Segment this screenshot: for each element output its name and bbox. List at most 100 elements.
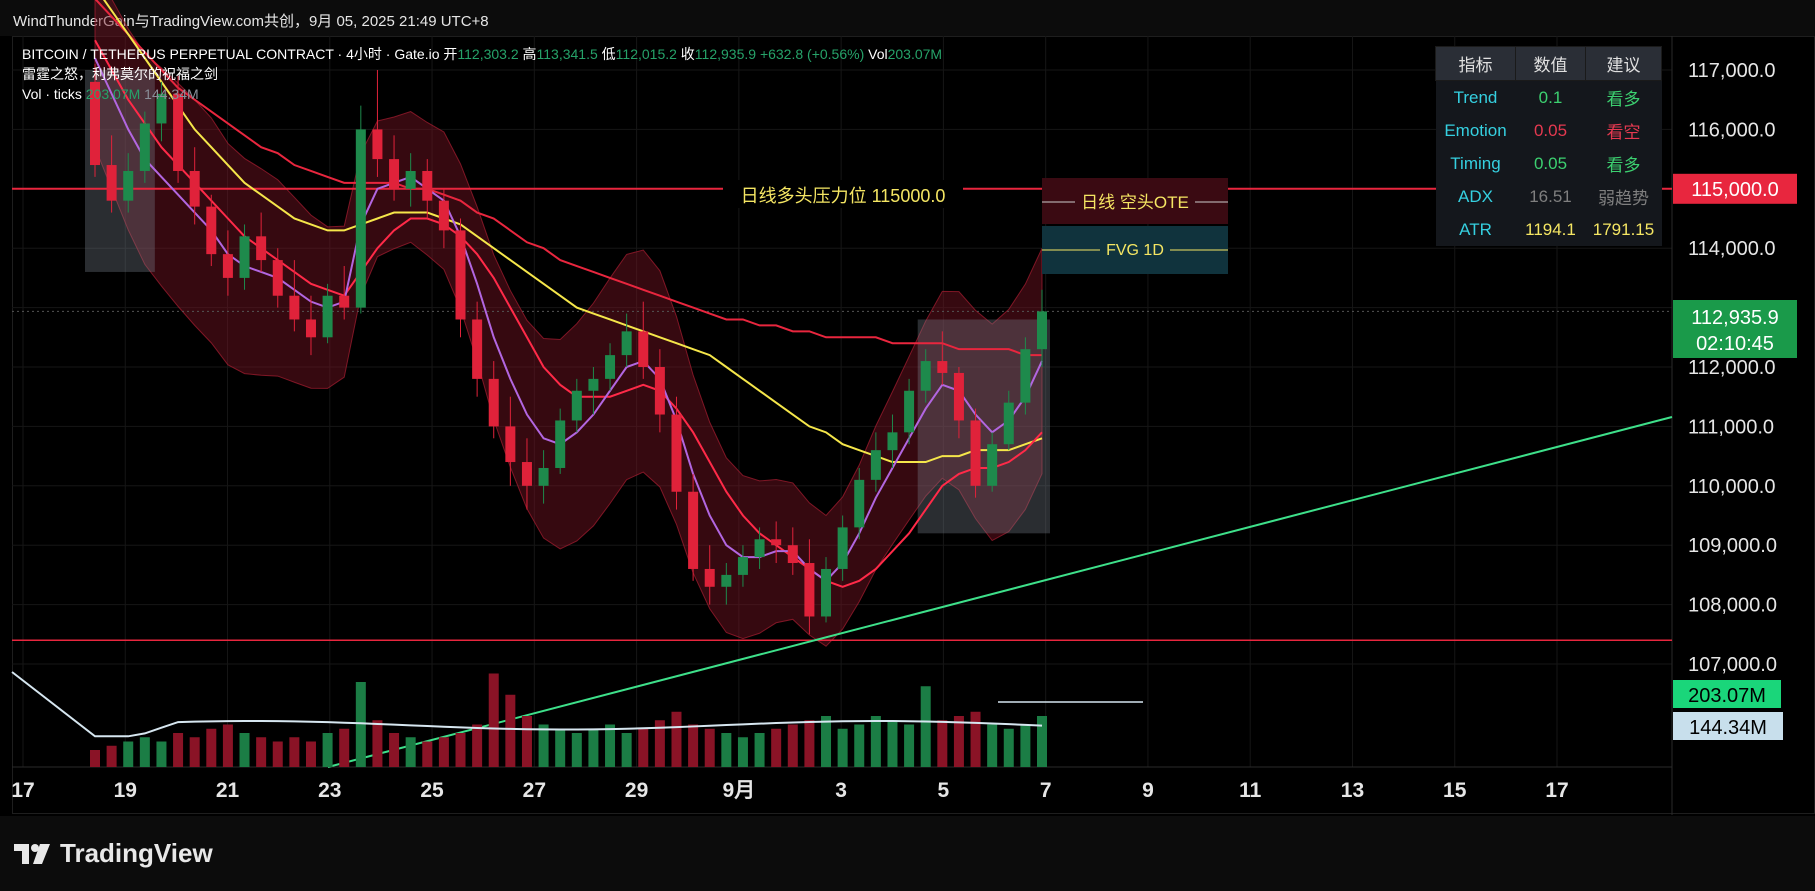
candle bbox=[123, 170, 134, 201]
volume-bar bbox=[555, 728, 566, 767]
volume-bar bbox=[1003, 728, 1014, 767]
volume-bar bbox=[505, 694, 516, 767]
close-value: 112,935.9 bbox=[694, 46, 757, 62]
candle bbox=[488, 378, 499, 427]
volume-bar bbox=[389, 733, 400, 767]
candle bbox=[555, 420, 566, 468]
candle bbox=[754, 539, 765, 558]
candle bbox=[887, 432, 898, 451]
volume-bar bbox=[289, 737, 300, 767]
candle bbox=[472, 319, 483, 379]
volume-bar bbox=[837, 728, 848, 767]
open-label: 开 bbox=[443, 46, 458, 62]
candle bbox=[389, 159, 400, 189]
volume-bar bbox=[821, 716, 832, 767]
candle bbox=[970, 420, 981, 486]
candle bbox=[937, 361, 948, 373]
volume-bar bbox=[804, 720, 815, 767]
candle bbox=[173, 93, 184, 171]
indicator-name[interactable]: 雷霆之怒，利弗莫尔的祝福之剑 bbox=[22, 64, 942, 84]
low-label: 低 bbox=[601, 46, 616, 62]
tradingview-logo-icon bbox=[14, 843, 50, 864]
volume-bar bbox=[721, 733, 732, 767]
indicator-advice-cell: 弱趋势 bbox=[1585, 180, 1662, 213]
volume-bar bbox=[372, 720, 383, 767]
indicator-advice-cell: 看多 bbox=[1585, 147, 1662, 180]
ote-label: 日线 空头OTE bbox=[1081, 193, 1189, 212]
candle bbox=[289, 295, 300, 320]
last-price-tag-text: 112,935.9 bbox=[1691, 307, 1779, 329]
volume-bar bbox=[571, 733, 582, 767]
vol-ticks-label[interactable]: Vol · ticks bbox=[22, 86, 82, 102]
candle bbox=[987, 444, 998, 486]
resistance-price-tag-text: 115,000.0 bbox=[1691, 179, 1779, 201]
volume-tag-1-text: 203.07M bbox=[1688, 685, 1766, 707]
time-axis-label: 27 bbox=[523, 779, 546, 802]
time-axis-label: 17 bbox=[11, 779, 34, 802]
volume-bar bbox=[206, 728, 217, 767]
volume-bar bbox=[305, 741, 316, 767]
volume-bar bbox=[106, 745, 117, 767]
indicator-value-cell: 0.05 bbox=[1515, 147, 1586, 180]
symbol-name[interactable]: BITCOIN / TETHERUS PERPETUAL CONTRACT · … bbox=[22, 46, 439, 62]
price-axis-label: 117,000.0 bbox=[1688, 60, 1776, 82]
price-axis-label: 107,000.0 bbox=[1688, 654, 1777, 676]
volume-bar bbox=[771, 728, 782, 767]
time-axis-label: 9 bbox=[1142, 779, 1154, 802]
volume-bar bbox=[953, 716, 964, 767]
high-value: 113,341.5 bbox=[536, 46, 598, 62]
time-axis-label: 23 bbox=[318, 779, 341, 802]
candle bbox=[455, 230, 466, 320]
indicator-name-cell: Trend bbox=[1435, 80, 1516, 114]
candle bbox=[106, 165, 117, 201]
indicator-row: Trend 0.1 看多 bbox=[1435, 80, 1662, 114]
price-axis-label: 111,000.0 bbox=[1688, 416, 1774, 438]
indicator-row: Timing 0.05 看多 bbox=[1435, 147, 1662, 180]
volume-bar bbox=[438, 737, 449, 767]
candle bbox=[605, 355, 616, 379]
candle bbox=[355, 129, 366, 308]
volume-bar bbox=[521, 716, 532, 767]
candle bbox=[139, 123, 150, 171]
candle bbox=[239, 236, 250, 278]
volume-bar bbox=[870, 716, 881, 767]
volume-bar bbox=[355, 682, 366, 767]
indicator-name-cell: ADX bbox=[1435, 180, 1516, 213]
resistance-label: 日线多头压力位 115000.0 bbox=[741, 186, 946, 206]
open-value: 112,303.2 bbox=[457, 46, 519, 62]
chart-legend: BITCOIN / TETHERUS PERPETUAL CONTRACT · … bbox=[22, 44, 942, 104]
volume-bar bbox=[123, 741, 134, 767]
candle bbox=[837, 527, 848, 569]
volume-bar bbox=[488, 673, 499, 767]
volume-bar bbox=[737, 737, 748, 767]
high-label: 高 bbox=[522, 46, 537, 62]
candle bbox=[521, 462, 532, 486]
candle bbox=[1037, 311, 1047, 350]
volume-bar bbox=[272, 741, 283, 767]
price-axis-label: 110,000.0 bbox=[1688, 476, 1776, 498]
time-axis-label: 5 bbox=[938, 779, 950, 802]
volume-bar bbox=[256, 737, 267, 767]
low-value: 112,015.2 bbox=[615, 46, 677, 62]
candle bbox=[854, 479, 865, 528]
volume-bar bbox=[754, 733, 765, 767]
candle bbox=[272, 260, 283, 296]
candle bbox=[704, 568, 715, 587]
header-value: 数值 bbox=[1515, 46, 1586, 81]
vol-label: Vol bbox=[868, 46, 888, 62]
volume-bar bbox=[222, 724, 233, 767]
volume-bar bbox=[239, 733, 250, 767]
volume-bar bbox=[173, 733, 184, 767]
volume-bar bbox=[472, 724, 483, 767]
volume-bar bbox=[588, 728, 599, 767]
candle bbox=[688, 491, 699, 569]
candle bbox=[787, 545, 798, 564]
fvg-label: FVG 1D bbox=[1106, 242, 1164, 259]
volume-bar bbox=[1037, 716, 1047, 767]
volume-bar bbox=[605, 724, 616, 767]
volume-bar bbox=[339, 728, 350, 767]
volume-bar bbox=[970, 711, 981, 767]
footer bbox=[0, 816, 1815, 891]
volume-bar bbox=[638, 728, 649, 767]
tradingview-logo[interactable]: TradingView bbox=[14, 838, 213, 869]
